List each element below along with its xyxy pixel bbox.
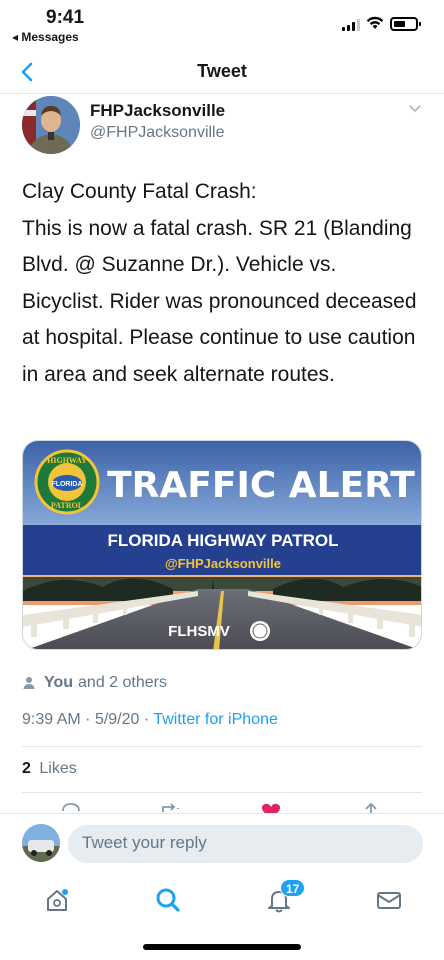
tweet-metadata: 9:39 AM · 5/9/20 · Twitter for iPhone [22, 711, 278, 729]
tweet-source-link[interactable]: Twitter for iPhone [153, 711, 278, 728]
tweet-date: 5/9/20 [94, 711, 140, 728]
reply-composer-bar: Tweet your reply [0, 813, 444, 873]
card-headline: TRAFFIC ALERT [107, 465, 415, 506]
messages-envelope-icon[interactable] [374, 885, 404, 915]
author-display-name[interactable]: FHPJacksonville [90, 101, 225, 121]
chevron-down-icon[interactable] [408, 104, 422, 114]
liked-by-others: and 2 others [78, 674, 167, 691]
home-icon[interactable] [42, 885, 72, 915]
card-org-name: FLORIDA HIGHWAY PATROL [107, 531, 338, 550]
retweet-icon[interactable] [160, 800, 182, 814]
page-title: Tweet [197, 61, 247, 81]
tweet-action-bar [0, 800, 444, 814]
author-handle[interactable]: @FHPJacksonville [90, 124, 225, 142]
share-icon[interactable] [360, 800, 382, 814]
battery-level [394, 21, 405, 27]
navigation-bar: Tweet [0, 50, 444, 94]
wifi-icon [366, 16, 384, 29]
like-heart-icon[interactable] [260, 800, 282, 814]
user-avatar[interactable] [22, 824, 60, 862]
person-icon [23, 677, 35, 689]
back-to-messages-link[interactable]: ◂ Messages [12, 30, 79, 44]
tweet-time: 9:39 AM [22, 711, 81, 728]
meta-separator: · [85, 711, 91, 728]
meta-separator-2: · [143, 711, 150, 728]
battery-icon [390, 17, 421, 31]
search-icon[interactable] [153, 885, 183, 915]
badge-bottom-text: PATROL [51, 501, 83, 510]
home-indicator[interactable] [143, 944, 301, 950]
author-avatar[interactable] [22, 96, 80, 154]
likes-count-row[interactable]: 2 Likes [22, 760, 77, 778]
reply-input[interactable]: Tweet your reply [68, 825, 423, 863]
status-clock: 9:41 [46, 7, 85, 28]
liked-by-row[interactable]: You and 2 others [22, 674, 167, 692]
liked-by-you: You [44, 674, 74, 691]
badge-mid-text: FLORIDA [51, 481, 82, 488]
cellular-signal-icon [342, 19, 360, 31]
status-bar: 9:41 ◂ Messages [0, 0, 444, 50]
reply-icon[interactable] [60, 800, 82, 814]
divider [22, 746, 422, 747]
card-handle: @FHPJacksonville [165, 556, 281, 571]
tweet-media-card[interactable]: FLORIDA HIGHWAY PATROL TRAFFIC ALERT FLO… [22, 440, 422, 650]
card-footer-logo: FLHSMV [168, 623, 230, 640]
tweet-text: Clay County Fatal Crash: This is now a f… [22, 180, 417, 386]
notifications-badge: 17 [280, 879, 306, 897]
divider [22, 792, 422, 793]
likes-label: Likes [39, 760, 77, 777]
badge-top-text: HIGHWAY [47, 456, 87, 465]
likes-count: 2 [22, 760, 31, 777]
